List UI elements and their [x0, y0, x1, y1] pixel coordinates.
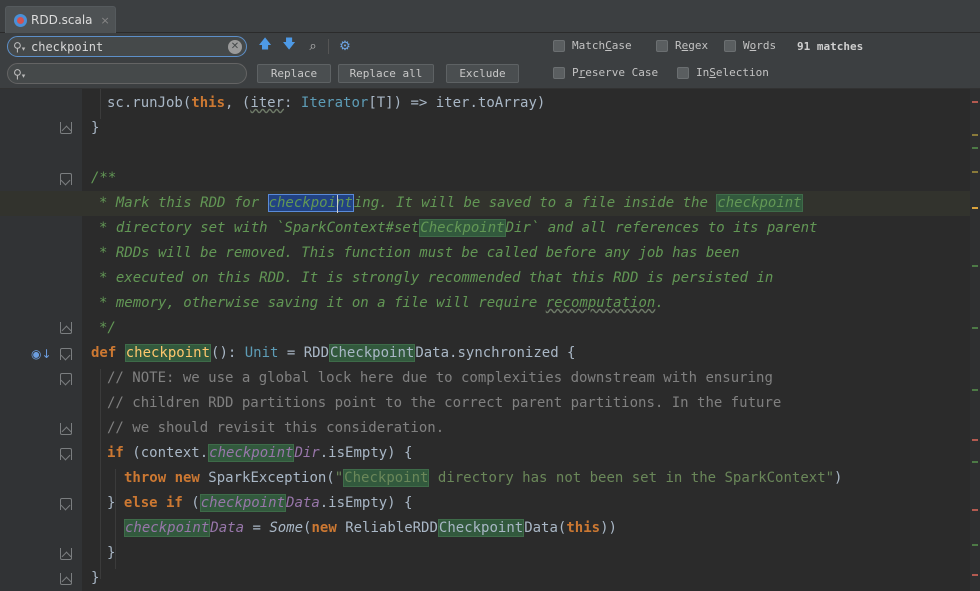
- code-line[interactable]: }: [0, 541, 980, 566]
- replace-button[interactable]: Replace: [257, 64, 331, 83]
- in-selection-option[interactable]: In Selection: [677, 66, 769, 79]
- code-line-current[interactable]: * Mark this RDD for checkpointing. It wi…: [0, 191, 980, 216]
- code-editor[interactable]: ◉↓ sc.runJob(this, (iter: Iterator[T]) =…: [0, 89, 980, 591]
- search-match: checkpoint: [199, 494, 287, 512]
- tab-label: RDD.scala: [31, 13, 93, 27]
- stripe-mark[interactable]: [972, 509, 978, 511]
- code-line[interactable]: /**: [0, 166, 980, 191]
- code-line[interactable]: * executed on this RDD. It is strongly r…: [0, 266, 980, 291]
- search-icon[interactable]: ⚲▾: [13, 40, 31, 54]
- preserve-case-checkbox[interactable]: [553, 66, 565, 79]
- code-line[interactable]: }: [0, 566, 980, 591]
- search-field[interactable]: ⚲▾ ✕: [7, 36, 247, 57]
- stripe-mark[interactable]: [972, 327, 978, 329]
- error-stripe[interactable]: [970, 89, 980, 591]
- search-match: Checkpoint: [419, 219, 506, 237]
- code-line[interactable]: }: [0, 116, 980, 141]
- search-match: Checkpoint: [437, 519, 525, 537]
- stripe-mark[interactable]: [972, 461, 978, 463]
- code-line[interactable]: * RDDs will be removed. This function mu…: [0, 241, 980, 266]
- stripe-mark[interactable]: [972, 101, 978, 103]
- stripe-mark[interactable]: [972, 147, 978, 149]
- stripe-mark[interactable]: [972, 439, 978, 441]
- stripe-mark[interactable]: [972, 574, 978, 576]
- exclude-button[interactable]: Exclude: [446, 64, 519, 83]
- search-match: checkpoint: [124, 344, 212, 362]
- code-line[interactable]: // we should revisit this consideration.: [0, 416, 980, 441]
- find-all-icon[interactable]: ⌕: [305, 38, 321, 54]
- stripe-mark[interactable]: [972, 544, 978, 546]
- replace-input[interactable]: [31, 66, 221, 81]
- arrow-down-icon[interactable]: 🡇: [281, 37, 297, 54]
- regex-checkbox[interactable]: [656, 39, 668, 52]
- close-tab-icon[interactable]: ×: [101, 14, 110, 27]
- code-line[interactable]: } else if (checkpointData.isEmpty) {: [0, 491, 980, 516]
- tab-rdd-scala[interactable]: RDD.scala ×: [5, 6, 116, 33]
- stripe-mark[interactable]: [972, 207, 978, 209]
- search-input[interactable]: [31, 39, 221, 54]
- in-selection-checkbox[interactable]: [677, 66, 689, 79]
- match-count: 91 matches: [797, 40, 864, 53]
- code-line[interactable]: // children RDD partitions point to the …: [0, 391, 980, 416]
- stripe-mark[interactable]: [972, 171, 978, 173]
- code-line[interactable]: * memory, otherwise saving it on a file …: [0, 291, 980, 316]
- arrow-up-icon[interactable]: 🡅: [257, 37, 273, 54]
- selected-match: checkpoint: [267, 194, 354, 212]
- words-checkbox[interactable]: [724, 39, 736, 52]
- code-line[interactable]: sc.runJob(this, (iter: Iterator[T]) => i…: [0, 91, 980, 116]
- search-match: checkpoint: [716, 194, 803, 212]
- replace-search-icon[interactable]: ⚲▾: [13, 67, 31, 81]
- code-line[interactable]: if (context.checkpointDir.isEmpty) {: [0, 441, 980, 466]
- search-match: Checkpoint: [329, 344, 416, 362]
- search-match: Checkpoint: [343, 469, 430, 487]
- text-caret: [337, 195, 338, 213]
- words-option[interactable]: Wo rds: [724, 39, 776, 52]
- gear-icon[interactable]: ⚙: [337, 38, 353, 54]
- find-replace-bar: ⚲▾ ✕ ⚲▾ 🡅 🡇 ⌕ ⚙ Replace Replace all Excl…: [0, 33, 980, 89]
- clear-icon[interactable]: ✕: [228, 40, 242, 54]
- code-line[interactable]: checkpointData = Some(new ReliableRDDChe…: [0, 516, 980, 541]
- code-line[interactable]: // NOTE: we use a global lock here due t…: [0, 366, 980, 391]
- replace-all-button[interactable]: Replace all: [338, 64, 434, 83]
- search-match: checkpoint: [208, 444, 295, 462]
- stripe-mark[interactable]: [972, 134, 978, 136]
- preserve-case-option[interactable]: Pr eserve Case: [553, 66, 658, 79]
- code-line[interactable]: */: [0, 316, 980, 341]
- code-line[interactable]: def checkpoint(): Unit = RDDCheckpointDa…: [0, 341, 980, 366]
- code-line[interactable]: * directory set with `SparkContext#setCh…: [0, 216, 980, 241]
- toolbar-separator: [328, 39, 329, 54]
- regex-option[interactable]: Re gex: [656, 39, 708, 52]
- code-line[interactable]: throw new SparkException("Checkpoint dir…: [0, 466, 980, 491]
- match-case-option[interactable]: Match Case: [553, 39, 632, 52]
- editor-tab-bar: RDD.scala ×: [0, 0, 980, 33]
- match-case-checkbox[interactable]: [553, 39, 565, 52]
- stripe-mark[interactable]: [972, 265, 978, 267]
- scala-file-icon: [14, 13, 27, 27]
- search-match: checkpoint: [124, 519, 211, 537]
- stripe-mark[interactable]: [972, 389, 978, 391]
- replace-field[interactable]: ⚲▾: [7, 63, 247, 84]
